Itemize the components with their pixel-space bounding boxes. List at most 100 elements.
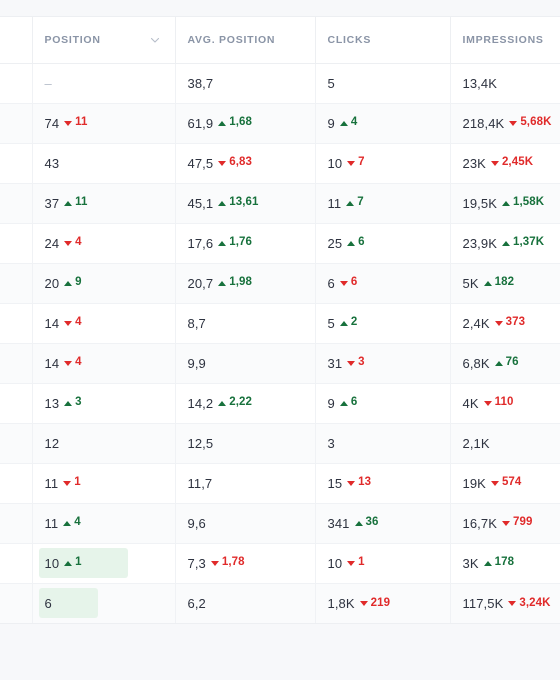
cell-value: 6,2 xyxy=(187,595,206,611)
table-row[interactable]: 20 9 20,7 1,98 6 6 5K 182 xyxy=(0,263,560,304)
cell-impressions: 19K 574 xyxy=(450,463,560,504)
cell-content-highlighted: 6 xyxy=(38,588,98,619)
cell-clicks: 5 xyxy=(315,63,451,104)
table-row[interactable]: 14 4 8,7 5 2 2,4K 373 xyxy=(0,303,560,344)
triangle-up-icon xyxy=(218,120,227,126)
table-row[interactable]: 37 11 45,1 13,61 11 7 19,5K 1,58K xyxy=(0,183,560,224)
table-row[interactable]: – 38,7 5 13,4K xyxy=(0,63,560,104)
table-row[interactable]: 12 12,5 3 2,1K xyxy=(0,423,560,464)
delta-value: 5,68K xyxy=(520,116,552,129)
triangle-up-icon xyxy=(218,200,227,206)
delta-value: 574 xyxy=(501,476,522,489)
row-gutter-cell xyxy=(0,303,33,344)
delta-value: 1 xyxy=(74,476,81,489)
cell-content: 19,5K 1,58K xyxy=(463,188,545,218)
cell-impressions: 6,8K 76 xyxy=(450,343,560,384)
cell-value: 25 xyxy=(327,235,343,251)
table-row[interactable]: 14 4 9,9 31 3 6,8K 76 xyxy=(0,343,560,384)
cell-content: 2,4K 373 xyxy=(463,308,526,338)
cell-content: 9,9 xyxy=(188,348,206,378)
cell-content: 218,4K 5,68K xyxy=(463,108,552,138)
row-gutter-cell xyxy=(0,263,33,304)
delta-down: 574 xyxy=(490,476,522,489)
cell-value: 23K xyxy=(462,155,486,171)
page-bottom-spacer xyxy=(0,624,560,680)
cell-value: 20 xyxy=(44,275,60,291)
cell-content: 66 xyxy=(328,268,358,298)
cell-content-highlighted: 10 1 xyxy=(38,548,128,578)
cell-impressions: 2,1K xyxy=(450,423,560,464)
cell-avg-position: 17,6 1,76 xyxy=(175,223,316,264)
delta-up: 4 xyxy=(339,117,358,129)
triangle-down-icon xyxy=(494,320,503,326)
cell-position: 12 xyxy=(32,423,176,464)
delta-up: 6 xyxy=(347,237,365,249)
cell-value: 10 xyxy=(44,555,60,571)
column-header-position[interactable]: POSITION xyxy=(32,17,176,64)
table-row[interactable]: 11 1 11,7 15 13 19K 574 xyxy=(0,463,560,504)
page-top-spacer xyxy=(0,0,560,16)
cell-content: 12,5 xyxy=(188,428,214,458)
triangle-down-icon xyxy=(359,600,368,606)
triangle-down-icon xyxy=(347,160,356,166)
table-header-row: POSITION AVG. POSITION CLICKS IMPRESSION… xyxy=(0,17,560,64)
cell-clicks: 1,8K 219 xyxy=(315,583,451,623)
triangle-down-icon xyxy=(490,160,499,166)
triangle-up-icon xyxy=(339,120,348,126)
triangle-down-icon xyxy=(483,400,492,406)
cell-content: 1,8K 219 xyxy=(328,588,391,618)
triangle-down-icon xyxy=(347,480,356,486)
triangle-up-icon xyxy=(339,400,348,406)
cell-content: 15 13 xyxy=(328,468,372,498)
table-row[interactable]: 13 3 14,2 2,22 9 6 4K 110 xyxy=(0,383,560,424)
metrics-table-container: POSITION AVG. POSITION CLICKS IMPRESSION… xyxy=(0,16,560,624)
chevron-down-icon[interactable] xyxy=(149,34,161,46)
delta-value: 6 xyxy=(350,396,358,409)
delta-value: 7 xyxy=(358,156,365,169)
table-row[interactable]: 6 6,2 1,8K 219 117,5K 3,24K xyxy=(0,583,560,623)
cell-value: 9,6 xyxy=(187,515,206,531)
cell-impressions: 218,4K 5,68K xyxy=(450,103,560,144)
cell-avg-position: 45,1 13,61 xyxy=(175,183,316,224)
cell-value: 10 xyxy=(327,155,343,171)
row-gutter-cell xyxy=(0,543,33,584)
table-row[interactable]: 74 11 61,9 1,68 9 4 218,4K 5,68K xyxy=(0,103,560,144)
cell-avg-position: 8,7 xyxy=(175,303,316,344)
table-row[interactable]: 10 1 7,3 1,78 10 1 3K 178 xyxy=(0,543,560,584)
cell-clicks: 96 xyxy=(315,383,451,424)
column-header-clicks[interactable]: CLICKS xyxy=(315,17,451,64)
column-header-impressions[interactable]: IMPRESSIONS xyxy=(450,17,560,64)
delta-up: 9 xyxy=(64,277,82,289)
delta-value: 3 xyxy=(358,356,365,369)
row-gutter-cell xyxy=(0,223,33,264)
delta-value: 373 xyxy=(505,316,526,329)
cell-value: 7,3 xyxy=(187,555,206,571)
cell-value: 61,9 xyxy=(187,115,214,131)
table-row[interactable]: 11 4 9,6 341 36 16,7K 799 xyxy=(0,503,560,544)
triangle-up-icon xyxy=(64,400,73,406)
delta-value: 6 xyxy=(358,236,365,249)
triangle-up-icon xyxy=(339,320,348,326)
triangle-up-icon xyxy=(347,240,356,246)
cell-content: 74 11 xyxy=(45,108,88,138)
cell-content: 19K 574 xyxy=(463,468,522,498)
cell-value: 9 xyxy=(327,395,335,411)
triangle-down-icon xyxy=(509,120,518,126)
cell-position: 13 3 xyxy=(32,383,176,424)
row-gutter-cell xyxy=(0,383,33,424)
delta-down: 5,68K xyxy=(509,117,551,129)
delta-down: 3 xyxy=(347,357,365,369)
table-row[interactable]: 24 4 17,6 1,76 25 6 23,9K 1,37K xyxy=(0,223,560,264)
delta-value: 6 xyxy=(350,276,358,289)
header-gutter xyxy=(0,17,33,64)
column-header-avg-position[interactable]: AVG. POSITION xyxy=(175,17,316,64)
table-row[interactable]: 43 47,5 6,83 10 7 23K 2,45K xyxy=(0,143,560,184)
cell-clicks: 10 7 xyxy=(315,143,451,184)
cell-value: 9 xyxy=(327,115,335,131)
delta-value: 7 xyxy=(357,196,364,209)
cell-content: 45,1 13,61 xyxy=(188,188,259,218)
cell-content: 24 4 xyxy=(45,228,82,258)
cell-value: 19K xyxy=(462,475,486,491)
cell-content: 52 xyxy=(328,308,358,338)
cell-value: 17,6 xyxy=(187,235,214,251)
